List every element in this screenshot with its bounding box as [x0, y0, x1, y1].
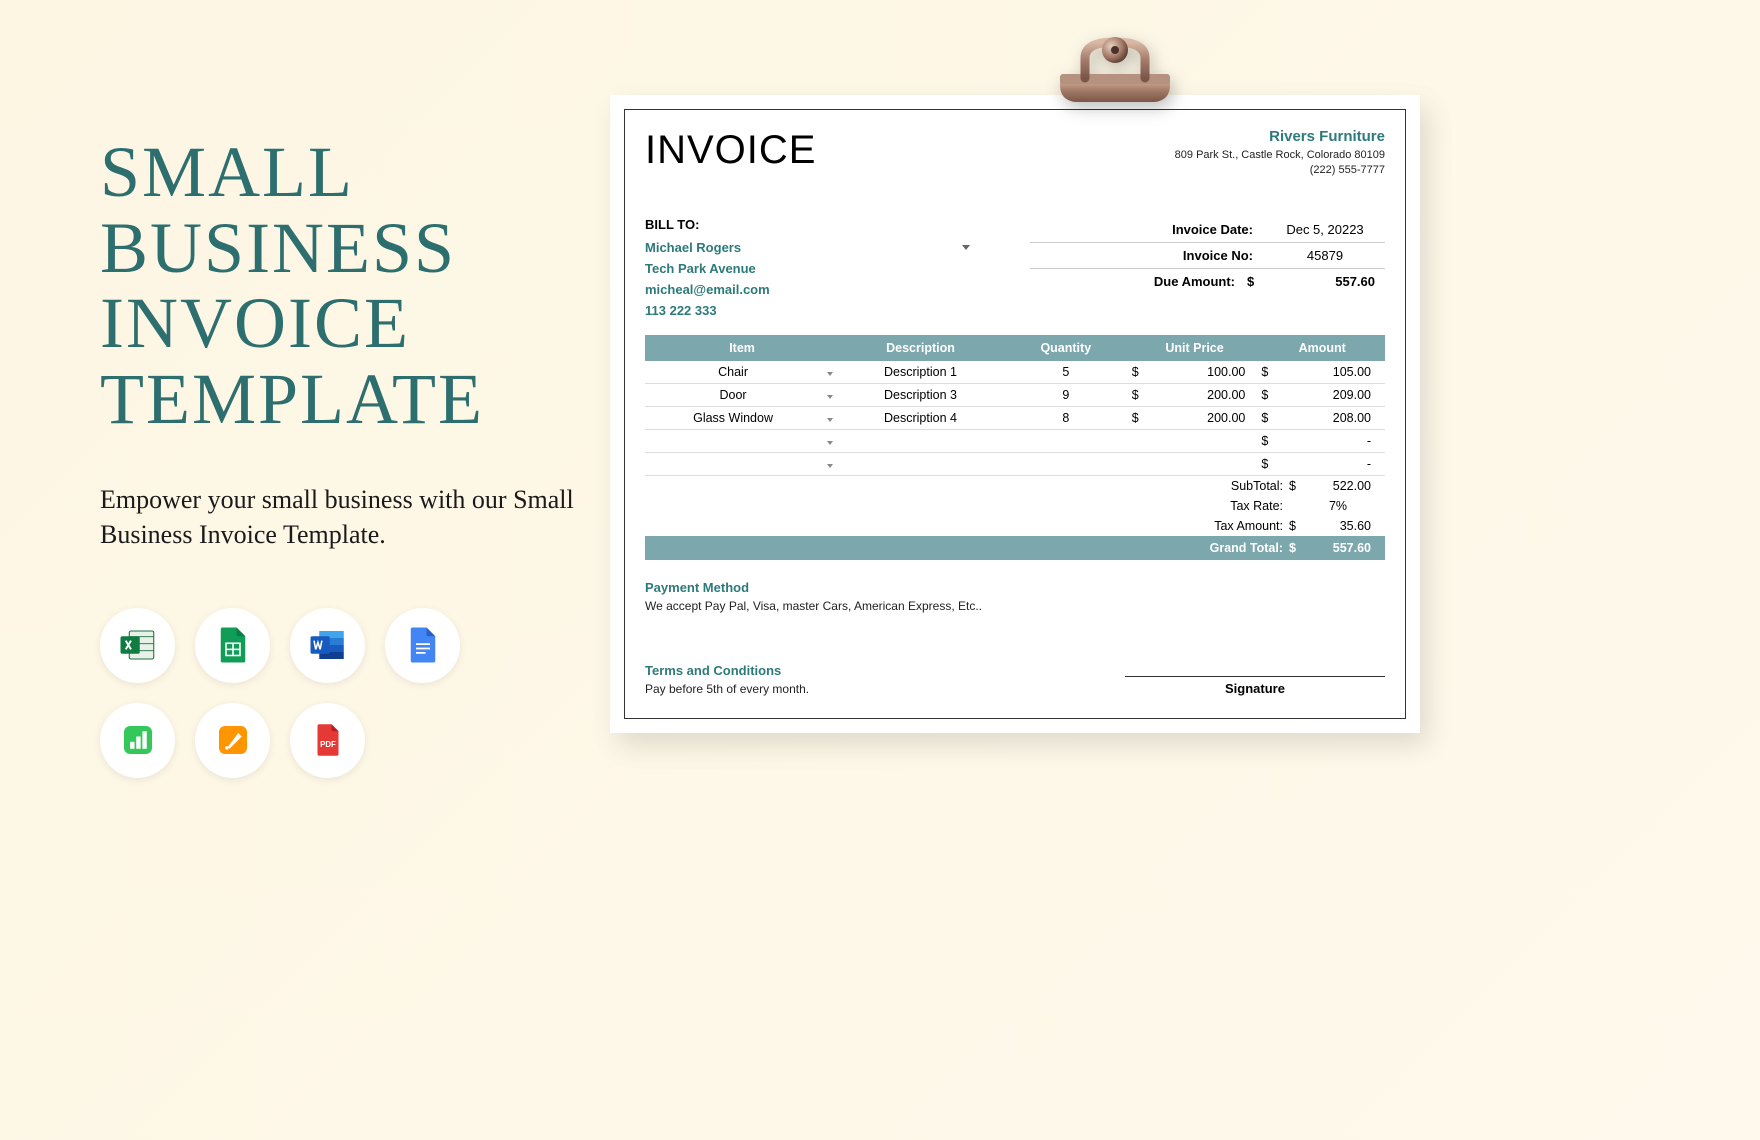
page-title: SMALLBUSINESSINVOICETEMPLATE	[100, 135, 580, 437]
bill-to-name[interactable]: Michael Rogers	[645, 237, 1000, 258]
grand-total-label: Grand Total:	[1169, 541, 1289, 555]
invoice-no-value: 45879	[1265, 248, 1385, 263]
chevron-down-icon[interactable]	[827, 464, 833, 468]
bill-to-email: micheal@email.com	[645, 279, 1000, 300]
table-row: $-	[645, 430, 1385, 453]
chevron-down-icon[interactable]	[827, 418, 833, 422]
svg-text:PDF: PDF	[320, 740, 336, 749]
currency-symbol: $	[1247, 274, 1265, 289]
chevron-down-icon	[962, 245, 970, 250]
taxrate-label: Tax Rate:	[1169, 499, 1289, 513]
taxamt-value: 35.60	[1305, 519, 1385, 533]
invoice-no-label: Invoice No:	[1030, 248, 1265, 263]
payment-method-text: We accept Pay Pal, Visa, master Cars, Am…	[645, 599, 1385, 613]
payment-method-heading: Payment Method	[645, 580, 1385, 595]
invoice-title: INVOICE	[645, 128, 816, 173]
col-quantity: Quantity	[1002, 335, 1130, 361]
table-row: ChairDescription 15$100.00$105.00	[645, 361, 1385, 384]
company-phone: (222) 555-7777	[1175, 164, 1385, 176]
invoice-meta: Invoice Date: Dec 5, 20223 Invoice No: 4…	[1030, 217, 1385, 321]
due-amount-label: Due Amount:	[1030, 274, 1247, 289]
google-docs-icon[interactable]	[385, 608, 460, 683]
company-name: Rivers Furniture	[1175, 128, 1385, 145]
subtotal-label: SubTotal:	[1169, 479, 1289, 493]
terms-heading: Terms and Conditions	[645, 663, 1125, 678]
format-icons-row-2: PDF	[100, 703, 580, 778]
table-row: Glass WindowDescription 48$200.00$208.00	[645, 407, 1385, 430]
col-amount: Amount	[1259, 335, 1385, 361]
col-description: Description	[839, 335, 1002, 361]
format-icons-row-1	[100, 608, 580, 683]
chevron-down-icon[interactable]	[827, 372, 833, 376]
grand-total-value: 557.60	[1305, 541, 1385, 555]
invoice-date-value: Dec 5, 20223	[1265, 222, 1385, 237]
left-panel: SMALLBUSINESSINVOICETEMPLATE Empower you…	[100, 135, 580, 778]
company-block: Rivers Furniture 809 Park St., Castle Ro…	[1175, 128, 1385, 179]
chevron-down-icon[interactable]	[827, 441, 833, 445]
col-item: Item	[645, 335, 839, 361]
col-unit-price: Unit Price	[1130, 335, 1260, 361]
chevron-down-icon[interactable]	[827, 395, 833, 399]
table-row: DoorDescription 39$200.00$209.00	[645, 384, 1385, 407]
terms-text: Pay before 5th of every month.	[645, 682, 1125, 696]
invoice-preview: INVOICE Rivers Furniture 809 Park St., C…	[610, 95, 1420, 733]
pdf-icon[interactable]: PDF	[290, 703, 365, 778]
table-row: $-	[645, 453, 1385, 476]
taxamt-label: Tax Amount:	[1169, 519, 1289, 533]
signature-label: Signature	[1125, 681, 1385, 696]
pages-icon[interactable]	[195, 703, 270, 778]
excel-icon[interactable]	[100, 608, 175, 683]
subtitle: Empower your small business with our Sma…	[100, 482, 580, 552]
bill-to-label: BILL TO:	[645, 217, 1000, 232]
taxrate-value: 7%	[1305, 499, 1385, 513]
invoice-date-label: Invoice Date:	[1030, 222, 1265, 237]
due-amount-value: 557.60	[1265, 274, 1385, 289]
totals-block: SubTotal:$522.00 Tax Rate:7% Tax Amount:…	[645, 476, 1385, 560]
bill-to-block: BILL TO: Michael Rogers Tech Park Avenue…	[645, 217, 1000, 321]
bill-to-phone: 113 222 333	[645, 300, 1000, 321]
google-sheets-icon[interactable]	[195, 608, 270, 683]
word-icon[interactable]	[290, 608, 365, 683]
bill-to-address: Tech Park Avenue	[645, 258, 1000, 279]
numbers-icon[interactable]	[100, 703, 175, 778]
items-table: Item Description Quantity Unit Price Amo…	[645, 335, 1385, 476]
subtotal-value: 522.00	[1305, 479, 1385, 493]
company-address: 809 Park St., Castle Rock, Colorado 8010…	[1175, 149, 1385, 161]
binder-clip-icon	[1040, 30, 1190, 130]
signature-block: Signature	[1125, 676, 1385, 696]
items-tbody: ChairDescription 15$100.00$105.00 DoorDe…	[645, 361, 1385, 476]
